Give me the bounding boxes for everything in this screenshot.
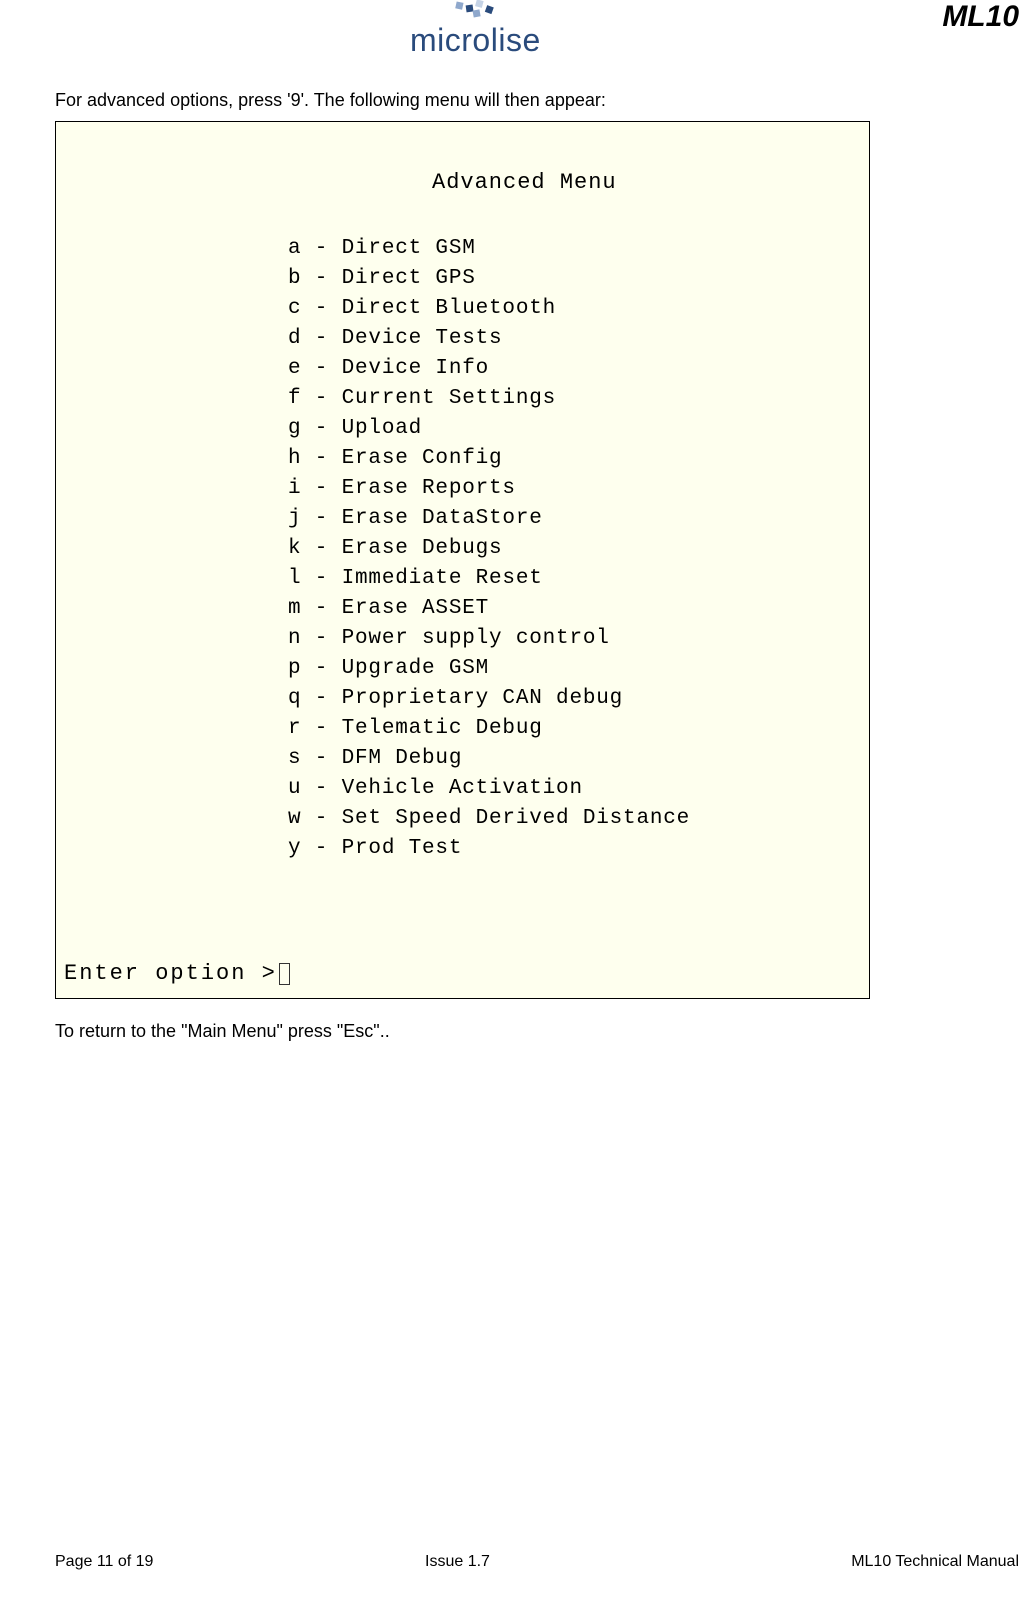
logo-graphic-icon — [448, 0, 508, 20]
document-code: ML10 — [942, 0, 1019, 34]
outro-paragraph: To return to the "Main Menu" press "Esc"… — [55, 1021, 974, 1042]
intro-paragraph: For advanced options, press '9'. The fol… — [55, 90, 974, 111]
issue-number: Issue 1.7 — [425, 1553, 490, 1571]
cursor-icon — [279, 963, 290, 985]
page-header: microlise ML10 — [0, 0, 1029, 60]
prompt-text: Enter option > — [64, 961, 277, 986]
terminal-menu-list: a - Direct GSM b - Direct GPS c - Direct… — [288, 234, 690, 864]
terminal-menu-title: Advanced Menu — [432, 170, 617, 195]
page-footer: Page 11 of 19 Issue 1.7 ML10 Technical M… — [55, 1553, 1019, 1571]
manual-title: ML10 Technical Manual — [851, 1553, 1019, 1571]
terminal-prompt: Enter option > — [64, 961, 290, 986]
page-number: Page 11 of 19 — [55, 1553, 153, 1571]
brand-name: microlise — [410, 22, 590, 59]
page-content: For advanced options, press '9'. The fol… — [0, 60, 1029, 1042]
brand-logo: microlise — [410, 0, 590, 59]
terminal-screenshot: Advanced Menu a - Direct GSM b - Direct … — [55, 121, 870, 999]
